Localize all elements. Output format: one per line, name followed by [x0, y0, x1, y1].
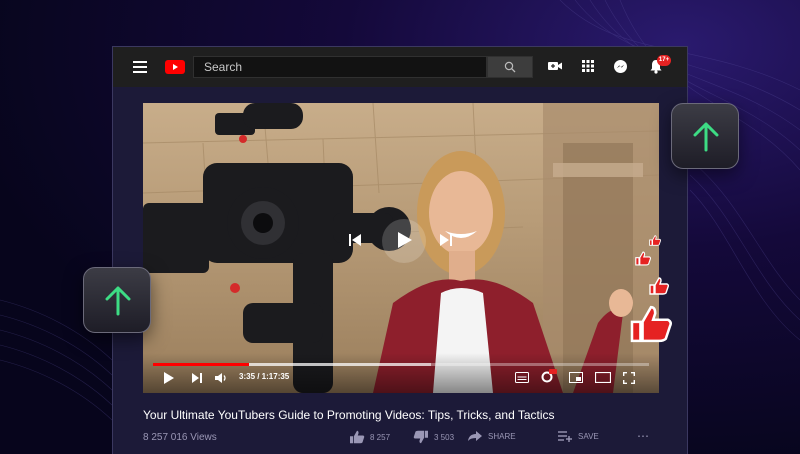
save-playlist-icon [558, 431, 572, 442]
share-label: SHARE [488, 431, 516, 441]
video-title[interactable]: Your Ultimate YouTubers Guide to Promoti… [143, 408, 663, 422]
menu-icon[interactable] [133, 61, 147, 73]
search-button[interactable] [487, 56, 533, 78]
miniplayer-icon[interactable] [569, 372, 583, 383]
like-button[interactable]: 8 257 [349, 430, 390, 444]
play-button-icon[interactable] [163, 372, 175, 384]
dislike-button[interactable]: 3 503 [413, 430, 454, 444]
arrow-up-icon [693, 122, 719, 152]
video-player[interactable]: 3:35 / 1:17:35 [143, 103, 659, 393]
upward-arrow-card-right [671, 103, 739, 169]
upward-arrow-card-left [83, 267, 151, 333]
share-button[interactable]: SHARE [467, 430, 516, 442]
settings-hd-icon[interactable] [541, 369, 557, 383]
floating-like-icon [649, 277, 669, 295]
dislike-count: 3 503 [434, 432, 455, 442]
thumbs-down-icon [413, 430, 428, 444]
youtube-window: Search 17+ 3:35 / 1:17:35 Your Ultimate … [112, 46, 688, 454]
save-label: SAVE [578, 431, 599, 441]
arrow-up-icon [105, 286, 131, 316]
play-icon[interactable] [395, 231, 413, 249]
messenger-icon[interactable] [613, 59, 628, 74]
thumbs-up-icon [350, 430, 365, 444]
progress-played [153, 363, 249, 366]
apps-grid-icon[interactable] [581, 59, 595, 73]
time-display: 3:35 / 1:17:35 [239, 372, 290, 381]
previous-icon[interactable] [348, 233, 362, 247]
floating-like-icon [649, 235, 661, 246]
create-video-icon[interactable] [547, 59, 563, 73]
progress-bar[interactable] [153, 363, 649, 366]
floating-like-icon [635, 251, 651, 266]
more-options-button[interactable]: ⋯ [637, 429, 650, 443]
search-icon [504, 61, 516, 73]
fullscreen-icon[interactable] [623, 372, 635, 384]
volume-icon[interactable] [215, 372, 228, 384]
next-button-icon[interactable] [191, 372, 203, 384]
subtitles-icon[interactable] [515, 372, 529, 383]
next-icon[interactable] [439, 233, 453, 247]
theater-mode-icon[interactable] [595, 372, 611, 383]
like-count: 8 257 [370, 432, 391, 442]
search-input[interactable]: Search [193, 56, 487, 78]
notification-badge: 17+ [657, 55, 671, 66]
save-button[interactable]: SAVE [557, 430, 599, 442]
youtube-logo-icon[interactable] [165, 60, 185, 74]
top-bar: Search 17+ [113, 47, 687, 87]
floating-like-large-icon [630, 305, 672, 343]
share-icon [468, 431, 482, 441]
view-count: 8 257 016 Views [143, 432, 217, 443]
